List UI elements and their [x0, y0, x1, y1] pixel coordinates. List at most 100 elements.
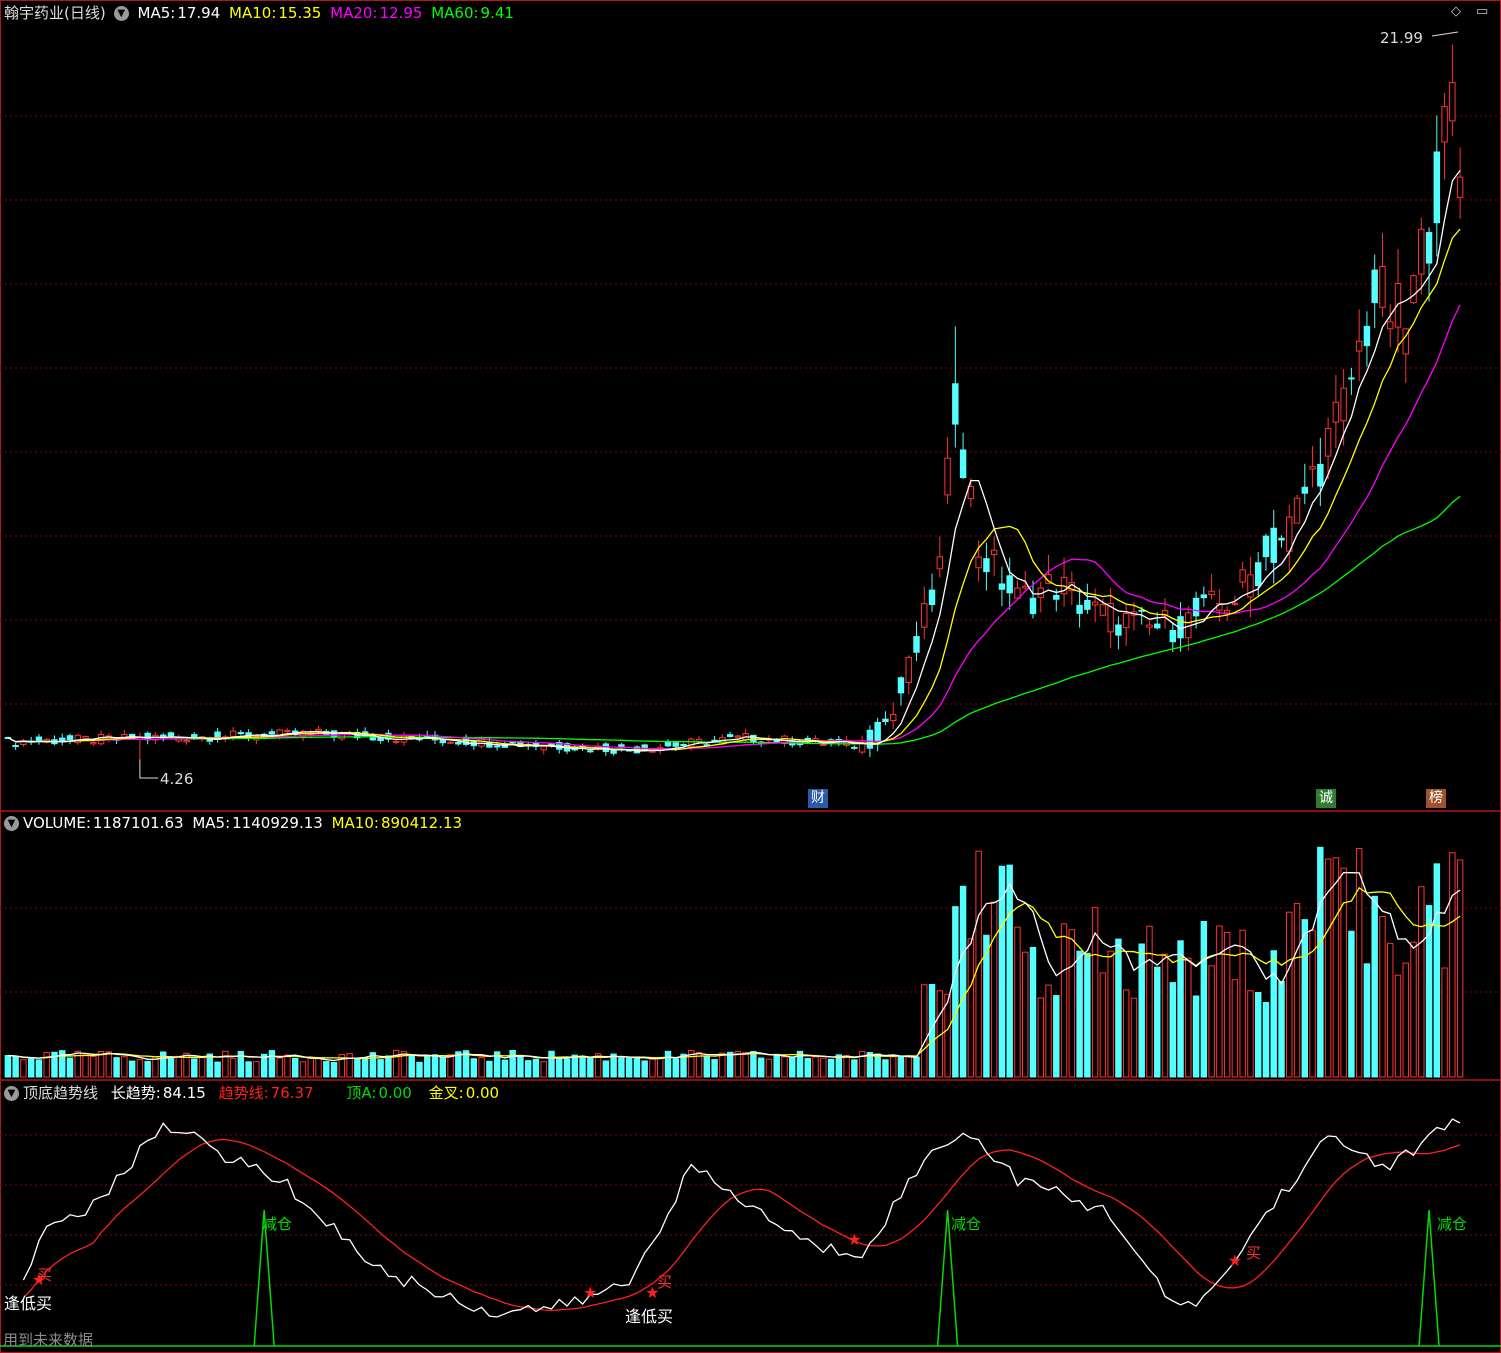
volume-bar	[424, 1054, 431, 1078]
volume-bar	[27, 1058, 35, 1078]
candle	[913, 636, 920, 653]
volume-bar	[1053, 995, 1060, 1078]
volume-bar	[136, 1059, 144, 1078]
volume-bar	[1161, 953, 1169, 1078]
long-trend-value: 84.15	[162, 1084, 206, 1102]
indicator-name[interactable]: 顶底趋势线	[23, 1084, 98, 1102]
candle	[1387, 321, 1394, 330]
candle	[1340, 387, 1347, 422]
volume-bar	[944, 993, 951, 1078]
candle	[905, 656, 912, 683]
volume-bar	[1045, 984, 1052, 1078]
top-a-value: 0.00	[378, 1084, 412, 1102]
volume-bar	[1029, 946, 1037, 1078]
high-pointer	[1431, 31, 1459, 37]
candle	[167, 732, 175, 737]
volume-bar	[478, 1057, 485, 1078]
volume-bar	[1449, 852, 1456, 1078]
candle	[695, 738, 703, 742]
volume-bar	[292, 1057, 299, 1078]
volume-bar	[276, 1057, 283, 1078]
volume-bar	[4, 1054, 12, 1078]
volume-bar	[1247, 990, 1254, 1078]
candle	[1231, 602, 1239, 605]
volume-bar	[268, 1050, 276, 1078]
candle	[1418, 228, 1425, 275]
volume-bar	[1332, 857, 1340, 1078]
volume-bar	[952, 906, 959, 1078]
buy-signal-label: 买	[1246, 1244, 1262, 1262]
volume-bar	[1355, 847, 1363, 1078]
candle	[649, 750, 656, 753]
candle	[1324, 428, 1332, 457]
candle	[1084, 599, 1091, 610]
indicator-toggle-icon[interactable]: ▼	[4, 1086, 19, 1101]
candle	[1270, 527, 1277, 563]
vol-ma5-value: 1140929.13	[232, 814, 323, 832]
ma10-line	[7, 228, 1461, 751]
volume-bar	[571, 1054, 579, 1078]
candle	[975, 556, 982, 569]
candle	[921, 603, 928, 628]
candle	[12, 745, 19, 748]
candle	[1029, 597, 1037, 615]
candle	[672, 742, 679, 747]
volume-bar	[323, 1061, 330, 1078]
candle	[990, 549, 998, 556]
volume-bar	[229, 1057, 237, 1078]
volume-bar	[1387, 942, 1394, 1078]
candle	[1410, 275, 1417, 304]
volume-bar	[1192, 995, 1200, 1078]
volume-bar	[1293, 902, 1301, 1078]
trend-line-label: 趋势线:	[218, 1084, 269, 1102]
volume-bar	[299, 1061, 307, 1078]
volume-bar	[1084, 952, 1091, 1078]
volume-bar	[1301, 919, 1309, 1078]
buy-star-icon: ★	[1228, 1251, 1242, 1270]
ma5-line	[7, 170, 1461, 752]
candle	[1169, 630, 1176, 643]
window-restore-icon[interactable]: ▭	[1476, 4, 1488, 19]
candle	[268, 731, 276, 735]
candle	[1449, 82, 1456, 122]
candle	[983, 558, 990, 573]
volume-bar	[1254, 992, 1262, 1078]
candle	[284, 729, 291, 732]
volume-bar	[913, 1056, 920, 1078]
top-a-label: 顶A:	[346, 1084, 377, 1102]
volume-toggle-icon[interactable]: ▼	[4, 816, 19, 831]
volume-bar	[765, 1058, 773, 1078]
volume-bar	[315, 1058, 322, 1078]
integrity-marker[interactable]: 诚	[1316, 789, 1336, 808]
collapse-toggle-icon[interactable]: ▼	[113, 6, 129, 21]
candle	[874, 721, 881, 742]
candle	[936, 556, 944, 570]
volume-bar	[633, 1056, 641, 1078]
candle	[183, 740, 190, 743]
candle	[1317, 463, 1324, 487]
price-header: 翰宇药业(日线) ▼ MA5: 17.94 MA10: 15.35 MA20: 12.9…	[0, 2, 518, 24]
volume-bar	[152, 1056, 159, 1078]
diamond-icon[interactable]: ◇	[1451, 4, 1461, 19]
volume-bar	[105, 1051, 113, 1078]
candle	[540, 746, 547, 751]
volume-bar	[354, 1057, 361, 1078]
candle	[820, 744, 827, 747]
volume-bar	[1394, 974, 1402, 1078]
list-marker[interactable]: 榜	[1426, 789, 1446, 808]
volume-bar	[1363, 963, 1371, 1078]
volume-bar	[431, 1054, 439, 1078]
chart-canvas: ★★ ★★★	[0, 0, 1501, 1353]
volume-bar	[159, 1051, 167, 1078]
volume-bar	[1076, 950, 1083, 1078]
stock-title[interactable]: 翰宇药业(日线)	[4, 4, 106, 22]
volume-bar	[509, 1049, 516, 1078]
volume-bar	[222, 1050, 229, 1078]
finance-marker[interactable]: 财	[808, 789, 828, 808]
golden-cross-value: 0.00	[465, 1084, 500, 1102]
volume-bar	[1239, 929, 1246, 1078]
volume-bar	[408, 1055, 415, 1078]
volume-bar	[66, 1057, 74, 1078]
volume-bar	[1037, 997, 1044, 1078]
candle	[1433, 151, 1441, 224]
